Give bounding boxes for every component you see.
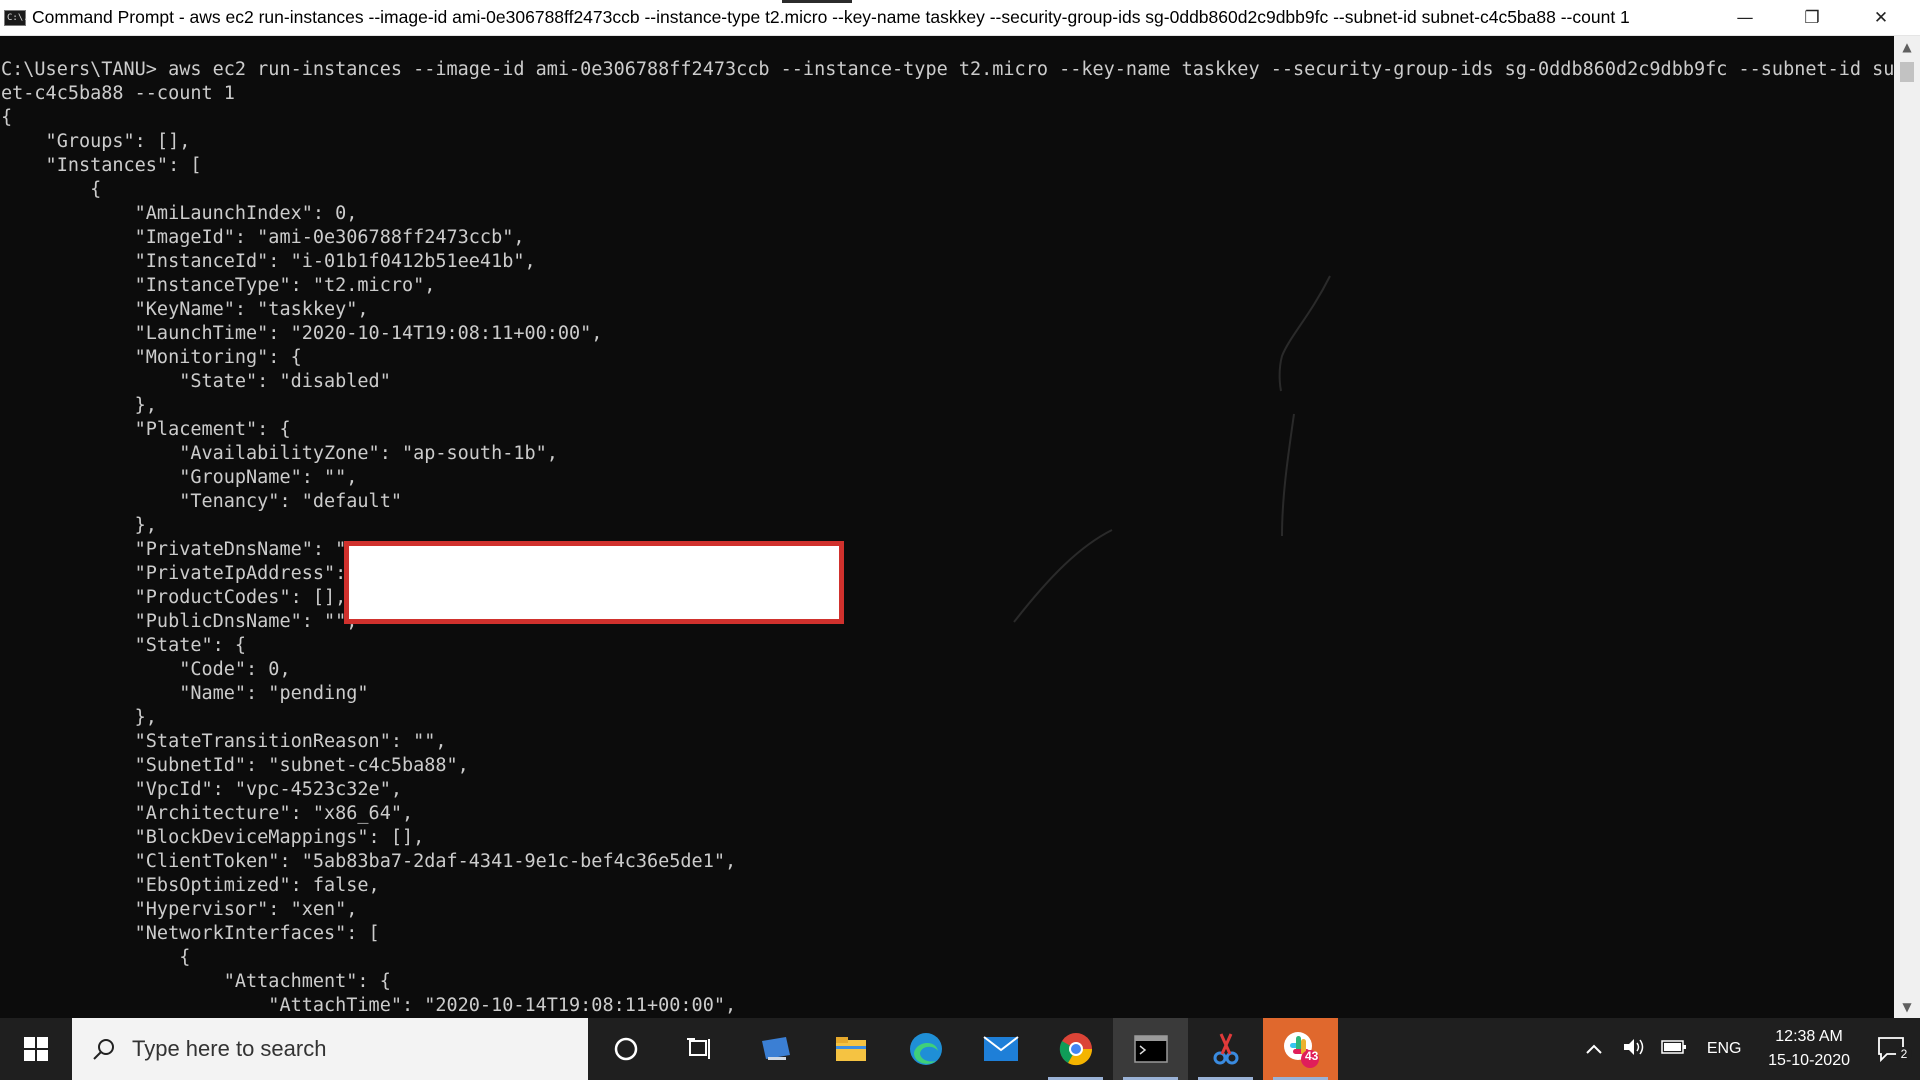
- desktop-icon[interactable]: [738, 1018, 813, 1080]
- minimize-button[interactable]: —: [1716, 0, 1774, 36]
- show-hidden-icons-icon[interactable]: [1574, 1040, 1614, 1059]
- task-view-icon[interactable]: [663, 1018, 738, 1080]
- cortana-icon[interactable]: [588, 1018, 663, 1080]
- volume-icon[interactable]: [1614, 1037, 1654, 1061]
- redaction-box: [344, 541, 844, 624]
- command-prompt-taskbar-icon[interactable]: [1113, 1018, 1188, 1080]
- language-indicator[interactable]: ENG: [1694, 1040, 1754, 1058]
- chrome-icon[interactable]: [1038, 1018, 1113, 1080]
- close-button[interactable]: ✕: [1852, 0, 1910, 36]
- scroll-thumb[interactable]: [1900, 62, 1914, 82]
- pen-scribble-annotation: [1013, 275, 1331, 623]
- edge-icon[interactable]: [888, 1018, 963, 1080]
- notification-icon[interactable]: 2: [1872, 1029, 1920, 1069]
- command-prompt-icon: C:\.: [4, 9, 29, 26]
- console-output[interactable]: C:\Users\TANU> aws ec2 run-instances --i…: [0, 36, 1894, 1018]
- scroll-up-icon[interactable]: ▲: [1894, 36, 1920, 58]
- search-placeholder: Type here to search: [132, 1036, 327, 1061]
- mail-icon[interactable]: [963, 1018, 1038, 1080]
- vertical-scrollbar[interactable]: ▲ ▼: [1894, 36, 1920, 1018]
- windows-start-icon[interactable]: [0, 1018, 72, 1080]
- title-bar: C:\. Command Prompt - aws ec2 run-instan…: [0, 0, 1920, 36]
- battery-icon[interactable]: [1654, 1039, 1694, 1059]
- slack-icon[interactable]: 43: [1263, 1018, 1338, 1080]
- taskbar-search-box[interactable]: Type here to search: [72, 1018, 588, 1080]
- search-icon: [93, 1039, 114, 1060]
- snipping-tool-icon[interactable]: [1188, 1018, 1263, 1080]
- taskbar: Type here to search 43 ENG 12:38 AM 15-1…: [0, 1018, 1920, 1080]
- clock[interactable]: 12:38 AM 15-10-2020: [1768, 1025, 1850, 1073]
- restore-button[interactable]: ❐: [1783, 0, 1841, 36]
- clock-date: 15-10-2020: [1768, 1052, 1850, 1069]
- clock-time: 12:38 AM: [1775, 1028, 1843, 1045]
- slack-badge: 43: [1305, 1049, 1319, 1063]
- window-title: Command Prompt - aws ec2 run-instances -…: [32, 7, 1630, 27]
- title-bar-accent: [782, 0, 852, 3]
- scroll-down-icon[interactable]: ▼: [1894, 996, 1920, 1018]
- system-tray: ENG 12:38 AM 15-10-2020 2: [1574, 1018, 1920, 1080]
- notification-count: 2: [1896, 1047, 1912, 1061]
- file-explorer-icon[interactable]: [813, 1018, 888, 1080]
